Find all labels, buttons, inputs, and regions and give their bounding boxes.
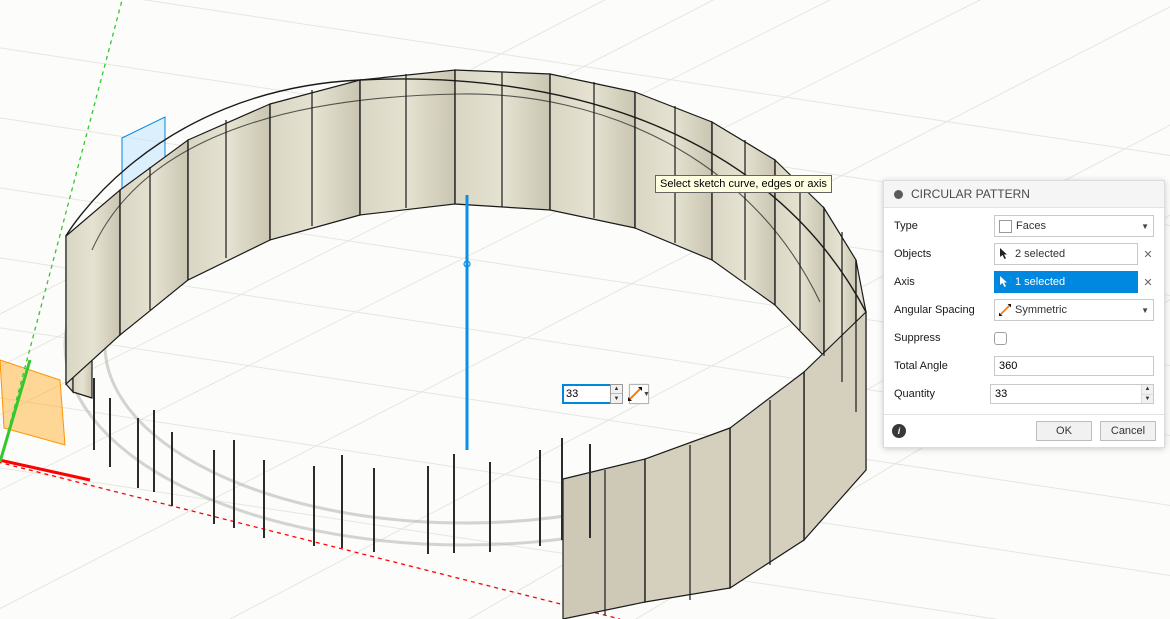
axis-value: 1 selected <box>1015 276 1065 288</box>
dialog-title: CIRCULAR PATTERN <box>911 187 1030 201</box>
chevron-down-icon: ▼ <box>1141 222 1149 231</box>
objects-value: 2 selected <box>1015 248 1065 260</box>
viewport-3d[interactable]: Select sketch curve, edges or axis ▲ ▼ ▼… <box>0 0 1170 619</box>
axis-clear-button[interactable]: ✕ <box>1142 276 1154 288</box>
cursor-icon <box>999 248 1011 260</box>
faces-icon <box>999 220 1012 233</box>
inline-quantity-field[interactable]: ▲ ▼ <box>562 384 623 404</box>
angular-spacing-select[interactable]: Symmetric ▼ <box>994 299 1154 321</box>
quantity-label: Quantity <box>894 388 990 400</box>
angular-spacing-label: Angular Spacing <box>894 304 994 316</box>
angular-spacing-value: Symmetric <box>1015 304 1067 316</box>
info-icon[interactable]: i <box>892 424 906 438</box>
type-label: Type <box>894 220 994 232</box>
inline-spacing-toggle[interactable]: ▼ <box>629 384 649 404</box>
objects-clear-button[interactable]: ✕ <box>1142 248 1154 260</box>
quantity-step-down[interactable]: ▼ <box>1142 395 1153 404</box>
objects-label: Objects <box>894 248 994 260</box>
selection-tooltip-text: Select sketch curve, edges or axis <box>660 178 827 190</box>
suppress-checkbox[interactable] <box>994 332 1007 345</box>
dialog-bullet-icon <box>894 190 903 199</box>
suppress-label: Suppress <box>894 332 994 344</box>
inline-quantity-step-down[interactable]: ▼ <box>611 394 622 403</box>
total-angle-input[interactable] <box>994 356 1154 376</box>
cursor-icon <box>999 276 1011 288</box>
axis-selection-chip[interactable]: 1 selected <box>994 271 1138 293</box>
inline-quantity-step-up[interactable]: ▲ <box>611 385 622 394</box>
symmetric-icon <box>999 304 1011 316</box>
inline-quantity-input[interactable] <box>562 384 610 404</box>
axis-label: Axis <box>894 276 994 288</box>
selection-tooltip: Select sketch curve, edges or axis <box>655 175 832 193</box>
circular-pattern-dialog: CIRCULAR PATTERN Type Faces ▼ Objects 2 … <box>883 180 1165 448</box>
quantity-input[interactable] <box>991 385 1141 403</box>
cancel-button[interactable]: Cancel <box>1100 421 1156 441</box>
total-angle-label: Total Angle <box>894 360 994 372</box>
ok-button[interactable]: OK <box>1036 421 1092 441</box>
quantity-step-up[interactable]: ▲ <box>1142 385 1153 395</box>
dialog-header[interactable]: CIRCULAR PATTERN <box>884 181 1164 208</box>
type-value: Faces <box>1016 220 1046 232</box>
symmetric-icon <box>628 387 642 401</box>
chevron-down-icon: ▼ <box>1141 306 1149 315</box>
objects-selection-chip[interactable]: 2 selected <box>994 243 1138 265</box>
inline-quantity-widget: ▲ ▼ ▼ <box>562 384 649 404</box>
chevron-down-icon: ▼ <box>643 391 650 398</box>
type-select[interactable]: Faces ▼ <box>994 215 1154 237</box>
